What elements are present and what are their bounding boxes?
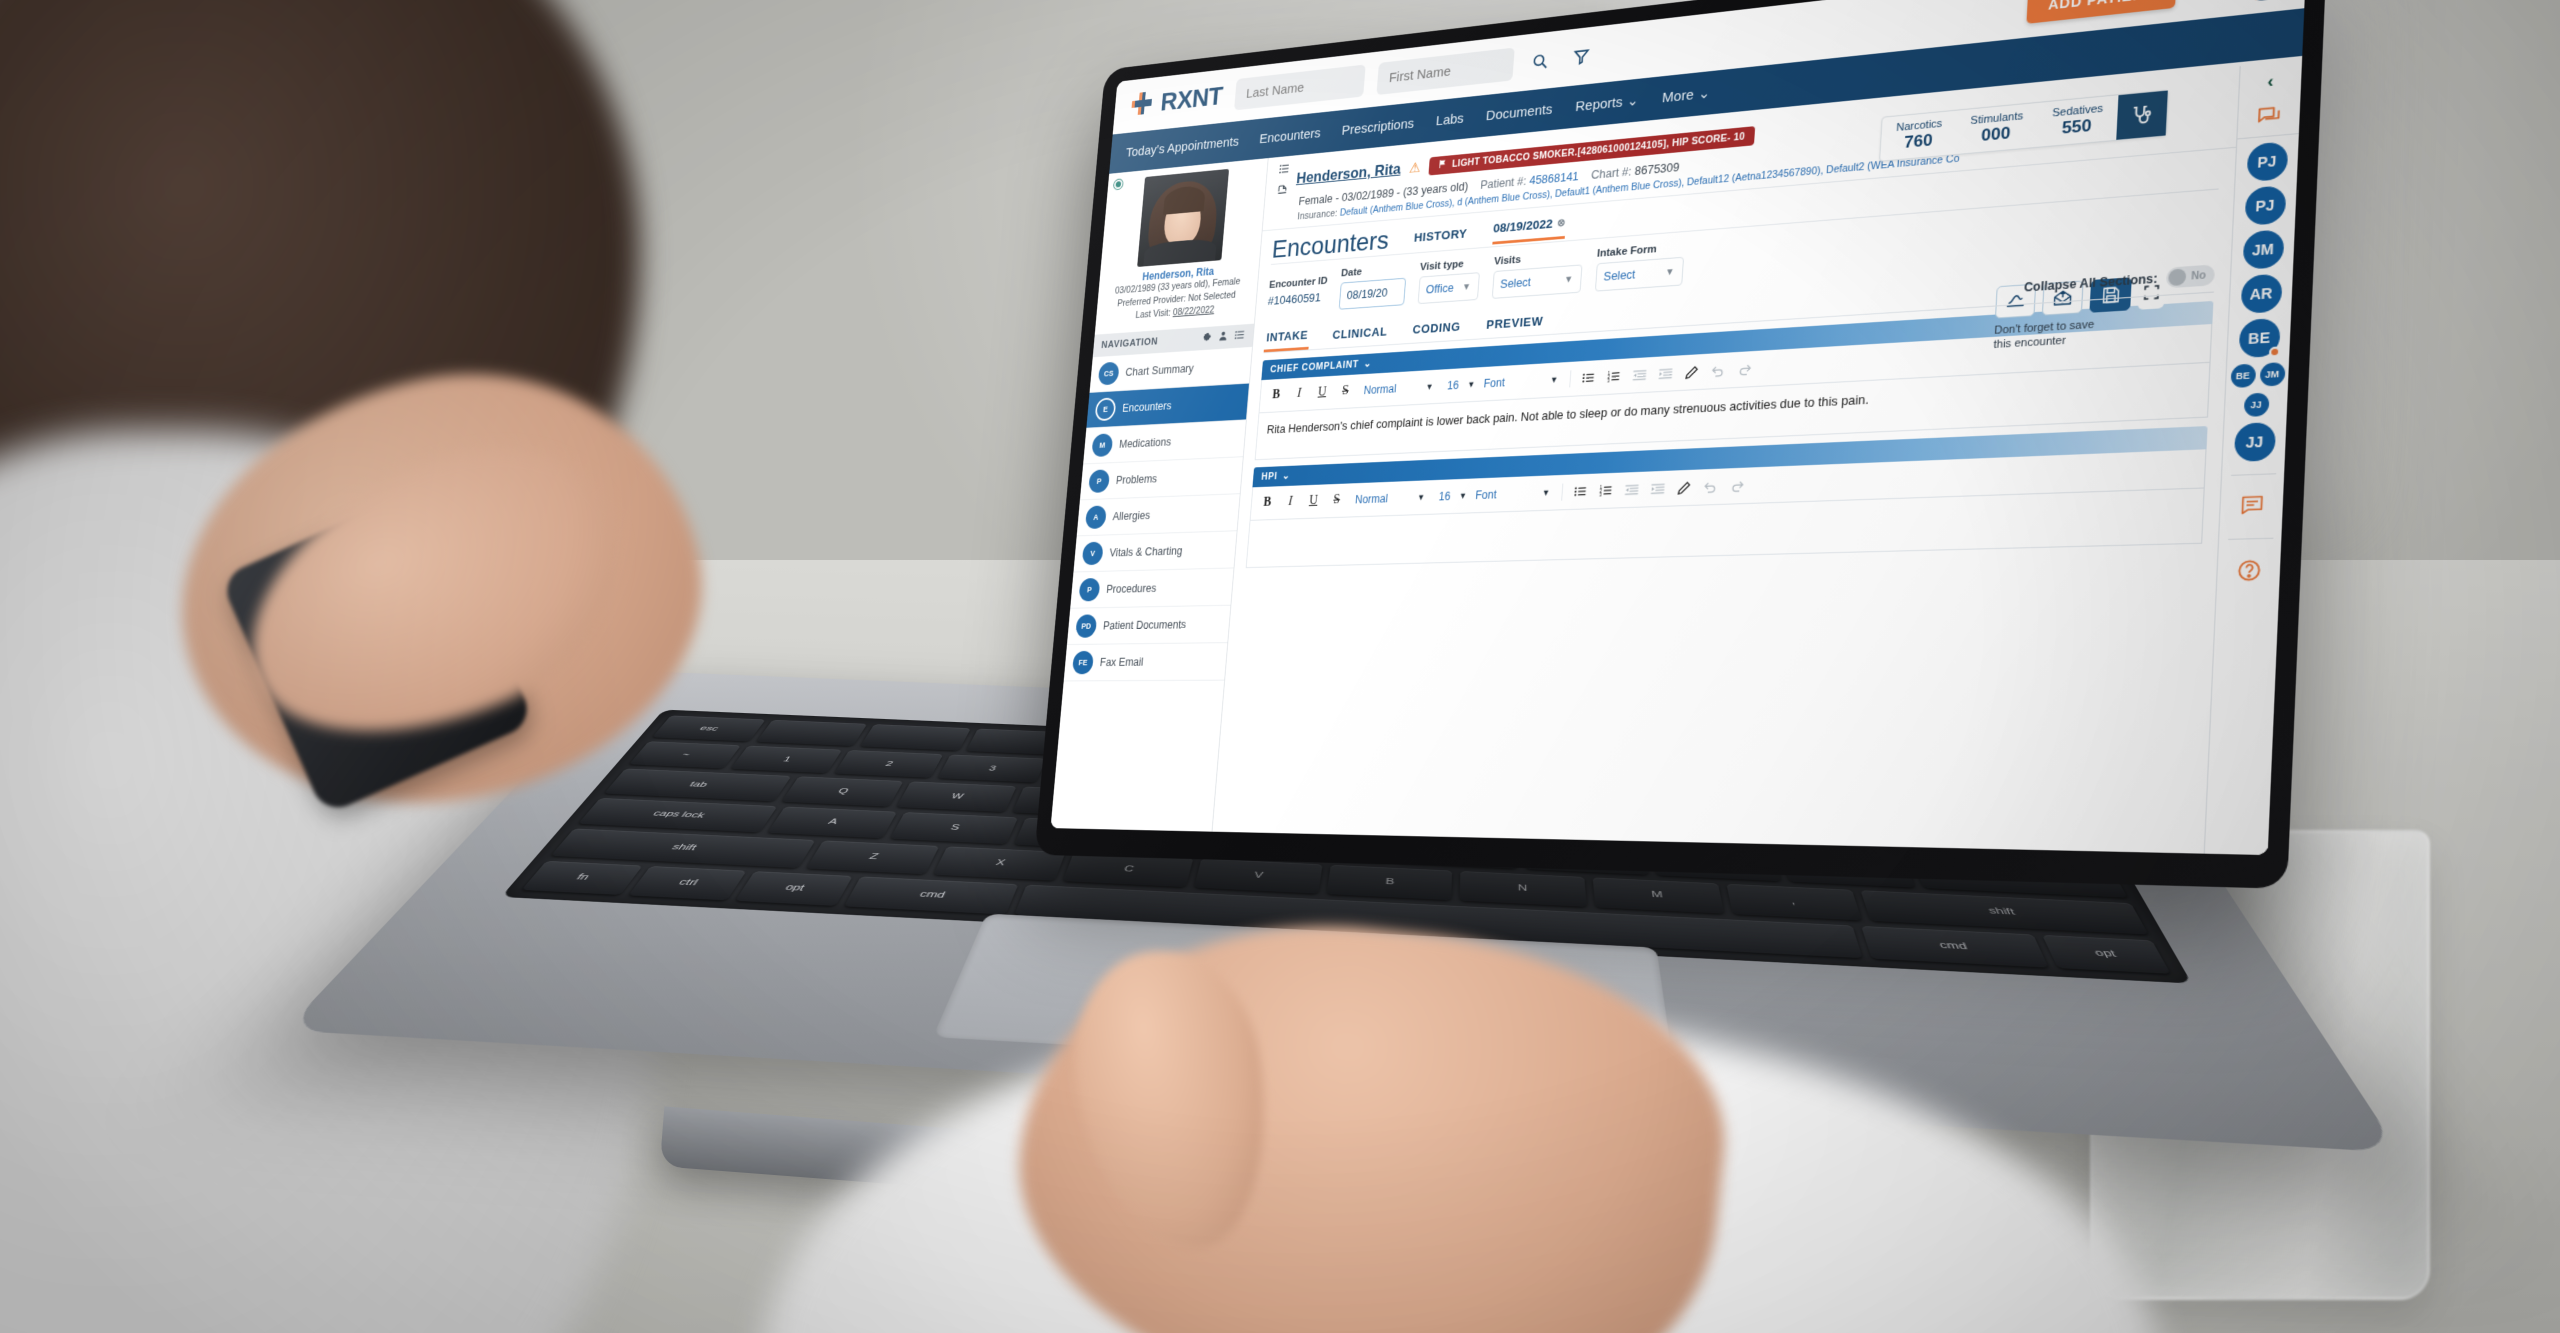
vignette: [0, 0, 2560, 1333]
